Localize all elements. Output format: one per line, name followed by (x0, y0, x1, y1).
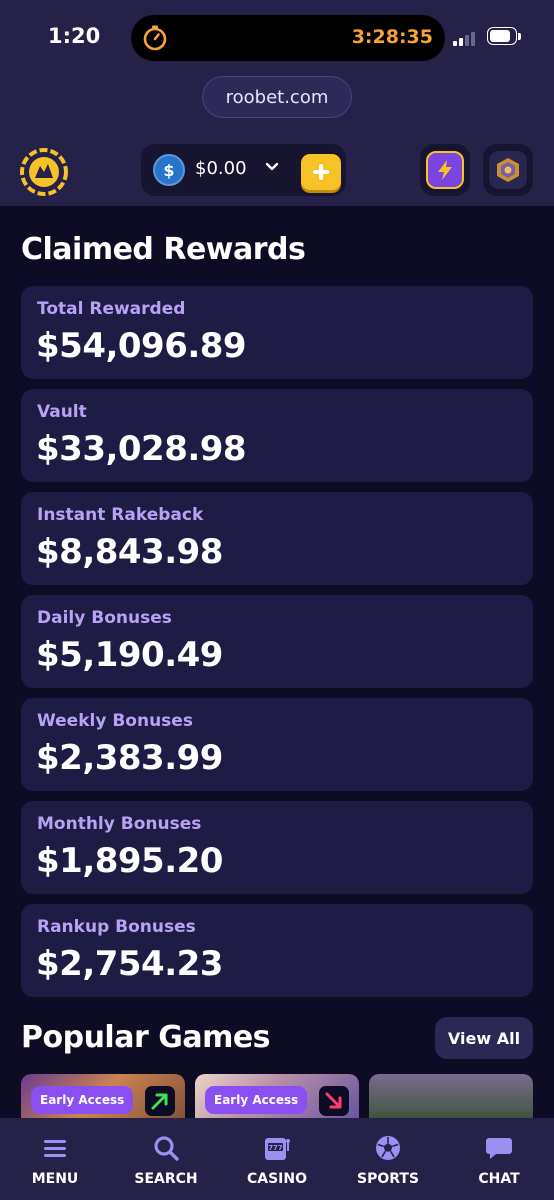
reward-label: Instant Rakeback (37, 505, 204, 525)
deposit-button[interactable] (301, 154, 341, 190)
nav-casino[interactable]: 777 CASINO (227, 1118, 327, 1200)
popular-games-carousel: Early Access Early Access (0, 1074, 554, 1118)
timer-icon (143, 25, 167, 51)
reward-card-instant-rakeback: Instant Rakeback $8,843.98 (21, 492, 533, 585)
search-icon (154, 1136, 179, 1161)
slot-machine-icon: 777 (265, 1138, 290, 1160)
claimed-rewards-title: Claimed Rewards (21, 232, 306, 267)
boost-button[interactable] (420, 144, 470, 196)
view-all-button[interactable]: View All (435, 1017, 533, 1059)
reward-card-monthly-bonuses: Monthly Bonuses $1,895.20 (21, 801, 533, 894)
early-access-badge: Early Access (31, 1086, 134, 1114)
game-tile[interactable]: Early Access (195, 1074, 359, 1118)
reward-card-weekly-bonuses: Weekly Bonuses $2,383.99 (21, 698, 533, 791)
rank-button[interactable] (483, 144, 533, 196)
nav-label: MENU (31, 1171, 79, 1187)
chevron-down-icon[interactable] (265, 160, 279, 174)
wallet-balance: $0.00 (195, 158, 247, 179)
reward-value: $33,028.98 (36, 429, 247, 469)
reward-label: Vault (37, 402, 87, 422)
reward-value: $5,190.49 (36, 635, 223, 675)
dynamic-island: 3:28:35 (131, 15, 445, 61)
rank-badge-icon (497, 158, 519, 182)
roobet-logo-icon[interactable] (20, 148, 68, 196)
reward-value: $1,895.20 (36, 841, 223, 881)
app-header: $ $0.00 (0, 126, 554, 206)
battery-icon (487, 27, 523, 47)
reward-card-total-rewarded: Total Rewarded $54,096.89 (21, 286, 533, 379)
game-tile[interactable] (369, 1074, 533, 1118)
reward-value: $2,383.99 (36, 738, 223, 778)
signal-icon (453, 30, 479, 46)
game-tile[interactable]: Early Access (21, 1074, 185, 1118)
lightning-icon (438, 160, 452, 180)
reward-value: $8,843.98 (36, 532, 223, 572)
reward-value: $2,754.23 (36, 944, 223, 984)
reward-label: Daily Bonuses (37, 608, 172, 628)
usdc-coin-icon: $ (153, 154, 185, 186)
reward-label: Weekly Bonuses (37, 711, 193, 731)
reward-card-vault: Vault $33,028.98 (21, 389, 533, 482)
early-access-badge: Early Access (205, 1086, 308, 1114)
bottom-nav: MENU SEARCH 777 CASINO SPORTS CHAT (0, 1118, 554, 1200)
url-bar[interactable]: roobet.com (202, 76, 352, 118)
browser-url-area: roobet.com (0, 76, 554, 126)
svg-text:777: 777 (268, 1144, 283, 1152)
nav-label: CASINO (246, 1171, 308, 1187)
plus-icon (313, 164, 329, 180)
nav-label: SEARCH (134, 1171, 198, 1187)
wallet-selector[interactable]: $ $0.00 (141, 144, 346, 196)
reward-label: Rankup Bonuses (37, 917, 196, 937)
soccer-ball-icon (376, 1136, 400, 1160)
trending-up-icon (145, 1086, 175, 1116)
nav-label: SPORTS (356, 1171, 420, 1187)
nav-sports[interactable]: SPORTS (338, 1118, 438, 1200)
popular-games-title: Popular Games (21, 1020, 271, 1055)
timer-readout: 3:28:35 (351, 26, 433, 48)
menu-icon (44, 1140, 66, 1157)
nav-menu[interactable]: MENU (5, 1118, 105, 1200)
clock: 1:20 (48, 24, 101, 48)
status-bar: 1:20 3:28:35 (0, 0, 554, 76)
reward-card-daily-bonuses: Daily Bonuses $5,190.49 (21, 595, 533, 688)
nav-search[interactable]: SEARCH (116, 1118, 216, 1200)
trending-down-icon (319, 1086, 349, 1116)
reward-value: $54,096.89 (36, 326, 247, 366)
chat-icon (486, 1138, 512, 1159)
nav-label: CHAT (478, 1171, 520, 1187)
nav-chat[interactable]: CHAT (449, 1118, 549, 1200)
reward-label: Total Rewarded (37, 299, 186, 319)
reward-label: Monthly Bonuses (37, 814, 202, 834)
reward-card-rankup-bonuses: Rankup Bonuses $2,754.23 (21, 904, 533, 997)
